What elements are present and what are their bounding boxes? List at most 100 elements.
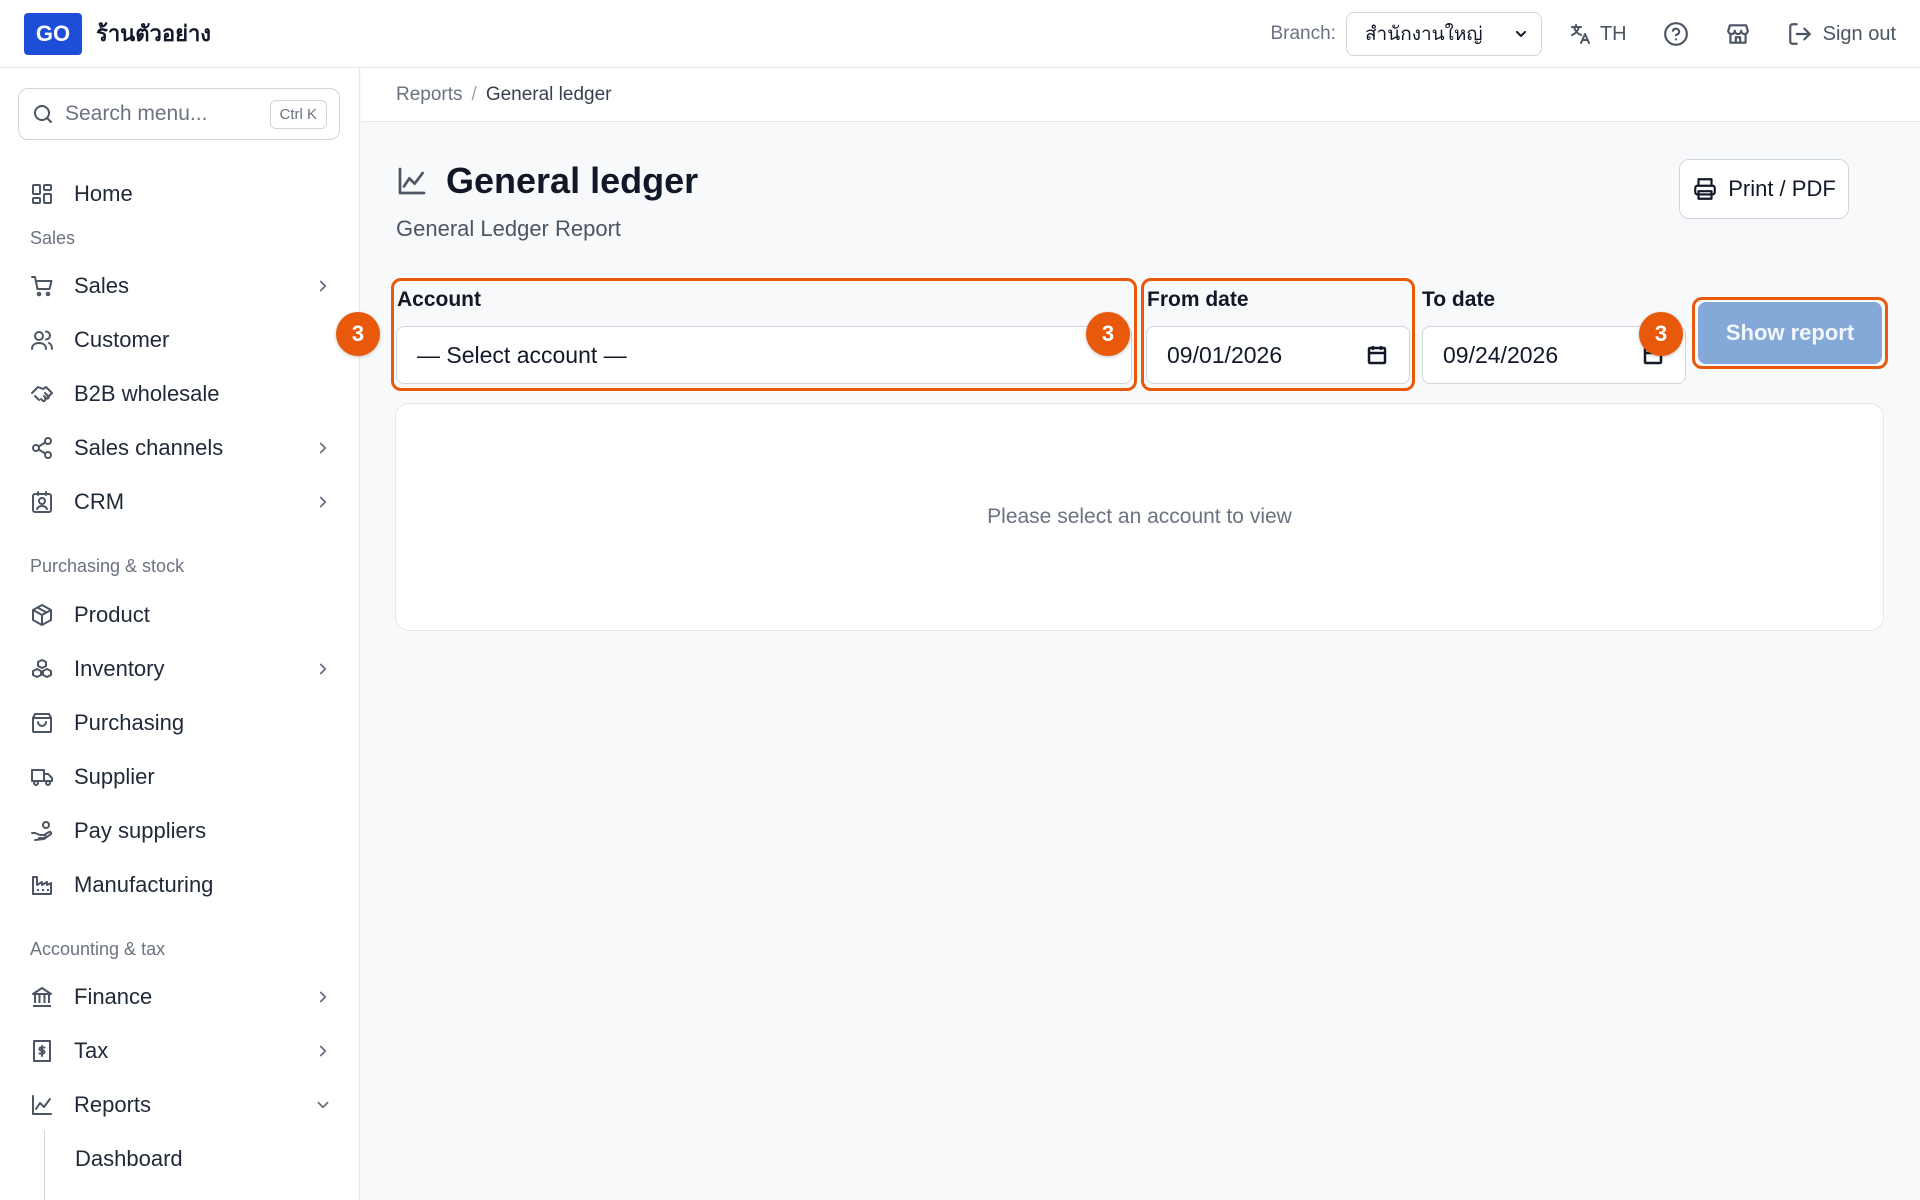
step-badge: 3 (1086, 312, 1130, 356)
log-out-icon (1788, 23, 1811, 45)
help-circle-icon (1663, 22, 1688, 46)
sign-out-label: Sign out (1822, 22, 1896, 45)
chevron-down-icon (1515, 31, 1526, 37)
search-placeholder: Search menu... (65, 102, 208, 125)
search-icon (34, 105, 52, 123)
submenu-guide-line (44, 1130, 45, 1200)
shop-name: ร้านตัวอย่าง (96, 21, 212, 46)
sidebar-item-manufacturing[interactable]: Manufacturing (28, 865, 338, 905)
sidebar-item-label: Customer (74, 327, 170, 352)
chevron-right-icon (319, 280, 327, 292)
breadcrumb: Reports / General ledger (361, 68, 1920, 122)
contact-card-icon (32, 491, 52, 513)
keyboard-shortcut-badge: Ctrl K (269, 99, 327, 129)
sidebar-item-product[interactable]: Product (28, 595, 338, 635)
branch-label: Branch: (1270, 23, 1336, 44)
chevron-right-icon (319, 442, 327, 454)
empty-state-message: Please select an account to view (987, 505, 1292, 528)
calendar-icon[interactable] (1365, 343, 1389, 367)
hand-coins-icon (31, 821, 53, 841)
line-chart-icon (32, 1095, 52, 1115)
sidebar-item-sales-channels[interactable]: Sales channels (28, 428, 338, 468)
sidebar-item-purchasing[interactable]: Purchasing (28, 703, 338, 743)
from-date-label: From date (1147, 288, 1249, 311)
sidebar-item-label: Sales (74, 273, 130, 298)
translate-icon (1570, 24, 1590, 44)
sidebar-item-pay-suppliers[interactable]: Pay suppliers (28, 811, 338, 851)
print-pdf-label: Print / PDF (1728, 176, 1836, 201)
handshake-icon (31, 386, 53, 403)
app-logo: GO (24, 12, 82, 55)
sidebar: Search menu... Ctrl K Home Sales Sales C… (0, 68, 360, 1200)
language-code: TH (1599, 22, 1627, 45)
users-icon (31, 330, 53, 350)
sidebar-item-finance[interactable]: Finance (28, 977, 338, 1017)
sidebar-item-crm[interactable]: CRM (28, 482, 338, 522)
chevron-right-icon (319, 663, 327, 675)
report-empty-state: Please select an account to view (395, 403, 1884, 631)
sidebar-item-b2b[interactable]: B2B wholesale (28, 374, 338, 414)
printer-icon (1694, 178, 1717, 200)
sidebar-item-label: Tax (74, 1038, 109, 1063)
top-header: GO ร้านตัวอย่าง Branch: สำนักงานใหญ่ TH … (0, 0, 1920, 68)
sidebar-item-sales[interactable]: Sales (28, 266, 338, 306)
sidebar-item-label: Reports (74, 1092, 152, 1117)
step-badge: 3 (336, 312, 380, 356)
package-icon (32, 604, 52, 626)
account-select[interactable]: — Select account — (396, 326, 1132, 384)
from-date-input[interactable]: 09/01/2026 (1146, 326, 1410, 384)
bank-icon (32, 987, 52, 1007)
branch-select[interactable]: สำนักงานใหญ่ (1345, 12, 1542, 56)
language-switch[interactable]: TH (1568, 22, 1627, 46)
boxes-icon (32, 659, 52, 678)
page-title: General ledger (446, 160, 699, 201)
menu-search[interactable]: Search menu... Ctrl K (18, 88, 340, 140)
chevron-down-icon (317, 1101, 329, 1109)
page-subtitle: General Ledger Report (396, 216, 622, 241)
shopping-cart-icon (31, 276, 53, 297)
store-button[interactable] (1725, 21, 1751, 47)
sidebar-item-label: CRM (74, 489, 125, 514)
sign-out-button[interactable]: Sign out (1787, 21, 1896, 47)
page-header: General ledger (396, 160, 698, 202)
sidebar-item-label: Purchasing (74, 710, 185, 735)
sidebar-item-label: Inventory (74, 656, 165, 681)
breadcrumb-current: General ledger (485, 83, 612, 105)
sidebar-item-home[interactable]: Home (28, 174, 338, 214)
breadcrumb-reports-link[interactable]: Reports (396, 84, 463, 106)
account-label: Account (397, 288, 481, 311)
print-pdf-button[interactable]: Print / PDF (1679, 159, 1849, 219)
receipt-icon (33, 1040, 51, 1062)
truck-icon (31, 769, 53, 786)
sidebar-item-label: Pay suppliers (74, 818, 207, 843)
section-heading-sales: Sales (30, 228, 76, 248)
sidebar-item-tax[interactable]: Tax (28, 1031, 338, 1071)
share-icon (32, 437, 52, 459)
sidebar-item-customer[interactable]: Customer (28, 320, 338, 360)
sidebar-item-inventory[interactable]: Inventory (28, 649, 338, 689)
sidebar-item-label: B2B wholesale (74, 381, 220, 406)
section-heading-purchasing: Purchasing & stock (30, 556, 185, 576)
sidebar-item-label: Product (74, 602, 150, 627)
branch-value: สำนักงานใหญ่ (1364, 24, 1483, 45)
account-select-value: — Select account — (417, 341, 627, 368)
line-chart-icon (398, 167, 426, 195)
step-badge: 3 (1639, 312, 1683, 356)
factory-icon (32, 876, 52, 895)
sidebar-item-label: Sales channels (74, 435, 224, 460)
chevron-right-icon (319, 1045, 327, 1057)
grid-icon (32, 184, 52, 204)
sidebar-item-reports[interactable]: Reports (28, 1085, 338, 1125)
to-date-label: To date (1422, 288, 1496, 311)
brand[interactable]: GO ร้านตัวอย่าง (24, 12, 212, 55)
sidebar-subitem-dashboard[interactable]: Dashboard (75, 1146, 183, 1172)
sidebar-item-supplier[interactable]: Supplier (28, 757, 338, 797)
help-button[interactable] (1663, 21, 1689, 47)
sidebar-item-label: Manufacturing (74, 872, 214, 897)
from-date-value: 09/01/2026 (1167, 341, 1283, 368)
chevron-right-icon (319, 991, 327, 1003)
show-report-button[interactable]: Show report (1698, 302, 1882, 364)
section-heading-accounting: Accounting & tax (30, 939, 166, 959)
shopping-bag-icon (32, 713, 52, 733)
sidebar-item-label: Finance (74, 984, 153, 1009)
